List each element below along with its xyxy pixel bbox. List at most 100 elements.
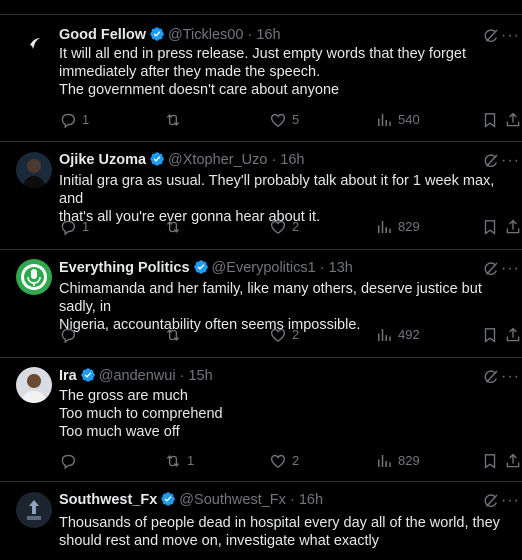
share-icon — [504, 218, 522, 236]
view-count: 540 — [398, 112, 420, 127]
bookmark-button[interactable] — [481, 110, 504, 130]
reply-count: 1 — [82, 219, 90, 234]
bookmark-icon — [481, 326, 499, 344]
tweet-text: It will all end in press release. Just e… — [59, 45, 514, 99]
bookmark-icon — [481, 111, 499, 129]
tweet-actions: 1 2 829 — [59, 451, 522, 471]
repost-icon — [164, 326, 182, 344]
author-name[interactable]: Good Fellow — [59, 27, 146, 43]
share-button[interactable] — [504, 451, 522, 471]
verified-badge-icon — [149, 151, 165, 167]
timestamp[interactable]: 13h — [329, 260, 353, 276]
bookmark-button[interactable] — [481, 451, 504, 471]
views-icon — [375, 111, 393, 129]
views-icon — [375, 326, 393, 344]
author-handle[interactable]: @Tickles00 — [168, 27, 243, 43]
views-button[interactable]: 829 — [375, 217, 420, 237]
timestamp[interactable]: 16h — [299, 492, 323, 508]
like-count: 2 — [292, 327, 300, 342]
repost-button[interactable]: 1 — [164, 451, 194, 471]
tweet[interactable]: Everything Politics @Everypolitics1 · 13h… — [0, 250, 522, 358]
repost-icon — [164, 111, 182, 129]
like-button[interactable]: 2 — [269, 325, 299, 345]
like-button[interactable]: 5 — [269, 110, 299, 130]
author-handle[interactable]: @Xtopher_Uzo — [168, 152, 267, 168]
verified-badge-icon — [160, 491, 176, 507]
timestamp[interactable]: 15h — [188, 368, 212, 384]
author-name[interactable]: Everything Politics — [59, 260, 190, 276]
share-button[interactable] — [504, 325, 522, 345]
grok-icon[interactable] — [482, 492, 500, 510]
grok-icon[interactable] — [482, 260, 500, 278]
view-count: 492 — [398, 327, 420, 342]
repost-button[interactable] — [164, 325, 187, 345]
verified-badge-icon — [149, 26, 165, 42]
avatar[interactable] — [16, 259, 52, 295]
reply-count: 1 — [82, 112, 90, 127]
reply-button[interactable] — [59, 451, 82, 471]
more-options-icon[interactable]: ··· — [501, 28, 520, 44]
like-button[interactable]: 2 — [269, 217, 299, 237]
author-name[interactable]: Ojike Uzoma — [59, 152, 146, 168]
reply-button[interactable]: 1 — [59, 110, 89, 130]
top-divider — [0, 0, 522, 15]
view-count: 829 — [398, 453, 420, 468]
author-name[interactable]: Ira — [59, 368, 77, 384]
tweet[interactable]: Ira @andenwui · 15h ··· The gross are muc… — [0, 358, 522, 482]
timestamp[interactable]: 16h — [280, 152, 304, 168]
avatar[interactable] — [16, 25, 52, 61]
repost-button[interactable] — [164, 110, 187, 130]
timestamp[interactable]: 16h — [256, 27, 280, 43]
tweet-actions: 1 2 829 — [59, 217, 522, 237]
tweet-text-line: The gross are much — [59, 388, 188, 404]
grok-icon[interactable] — [482, 27, 500, 45]
views-button[interactable]: 540 — [375, 110, 420, 130]
share-icon — [504, 452, 522, 470]
grok-icon[interactable] — [482, 152, 500, 170]
reply-button[interactable] — [59, 325, 82, 345]
tweet[interactable]: Good Fellow @Tickles00 · 16h ··· It will … — [0, 15, 522, 142]
views-button[interactable]: 492 — [375, 325, 420, 345]
author-handle[interactable]: @andenwui — [99, 368, 176, 384]
bookmark-button[interactable] — [481, 217, 504, 237]
repost-count: 1 — [187, 453, 195, 468]
view-count: 829 — [398, 219, 420, 234]
like-icon — [269, 326, 287, 344]
views-icon — [375, 452, 393, 470]
views-icon — [375, 218, 393, 236]
more-options-icon[interactable]: ··· — [501, 369, 520, 385]
like-icon — [269, 218, 287, 236]
share-button[interactable] — [504, 110, 522, 130]
more-options-icon[interactable]: ··· — [501, 261, 520, 277]
views-button[interactable]: 829 — [375, 451, 420, 471]
more-options-icon[interactable]: ··· — [501, 153, 520, 169]
avatar[interactable] — [16, 367, 52, 403]
like-count: 2 — [292, 453, 300, 468]
tweet-text-line: Too much wave off — [59, 424, 180, 440]
like-count: 2 — [292, 219, 300, 234]
more-options-icon[interactable]: ··· — [501, 493, 520, 509]
author-handle[interactable]: @Southwest_Fx — [179, 492, 286, 508]
share-icon — [504, 326, 522, 344]
author-handle[interactable]: @Everypolitics1 — [212, 260, 316, 276]
reply-icon — [59, 218, 77, 236]
avatar[interactable] — [16, 492, 52, 528]
repost-button[interactable] — [164, 217, 187, 237]
tweet-text-line: Thousands of people dead in hospital eve… — [59, 515, 500, 531]
like-icon — [269, 452, 287, 470]
share-button[interactable] — [504, 217, 522, 237]
like-button[interactable]: 2 — [269, 451, 299, 471]
reply-button[interactable]: 1 — [59, 217, 89, 237]
grok-icon[interactable] — [482, 368, 500, 386]
tweet-text-line: It will all end in press release. Just e… — [59, 46, 466, 62]
author-name[interactable]: Southwest_Fx — [59, 492, 157, 508]
tweet-text-line: Initial gra gra as usual. They'll probab… — [59, 173, 495, 207]
tweet-text: Thousands of people dead in hospital eve… — [59, 514, 514, 550]
like-count: 5 — [292, 112, 300, 127]
bookmark-button[interactable] — [481, 325, 504, 345]
separator: · — [179, 368, 185, 384]
avatar[interactable] — [16, 152, 52, 188]
verified-badge-icon — [80, 367, 96, 383]
tweet[interactable]: Southwest_Fx @Southwest_Fx · 16h ··· Thou… — [0, 482, 522, 560]
tweet[interactable]: Ojike Uzoma @Xtopher_Uzo · 16h ··· Initia… — [0, 142, 522, 250]
